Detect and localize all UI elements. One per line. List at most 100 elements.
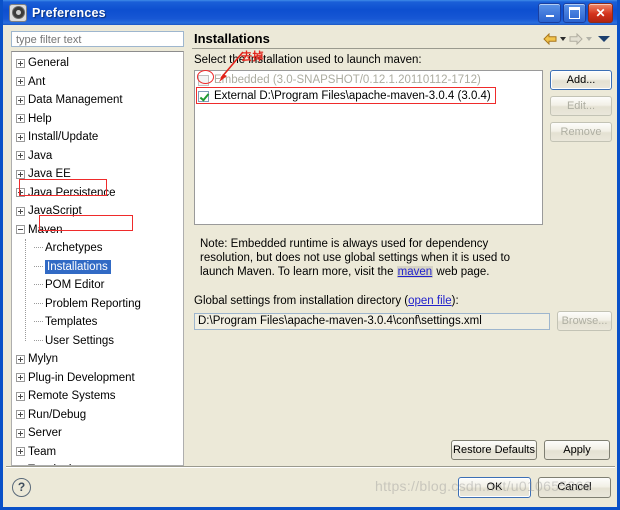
expand-icon[interactable] [16,188,25,198]
sidebar-item-mylyn[interactable]: Mylyn [12,350,183,369]
expand-icon[interactable] [16,206,25,216]
leaf-icon [34,247,43,249]
expand-icon[interactable] [16,151,25,161]
leaf-icon [34,339,43,342]
browse-button[interactable]: Browse... [557,311,612,331]
sidebar-item-templates[interactable]: Templates [12,313,183,332]
sidebar-item-java[interactable]: Java [12,147,183,166]
expand-icon[interactable] [16,447,25,457]
add-button-label: Add... [566,74,596,86]
annotation-chinese-note: 去掉 [241,51,264,63]
sidebar-item-maven[interactable]: Maven [12,221,183,240]
expand-icon[interactable] [16,428,25,438]
sidebar-item-install-update[interactable]: Install/Update [12,128,183,147]
browse-button-label: Browse... [561,315,608,327]
sidebar-item-server[interactable]: Server [12,424,183,443]
minimize-button[interactable] [538,3,561,23]
sidebar-item-installations[interactable]: Installations [12,258,183,277]
sidebar-item-ant[interactable]: Ant [12,73,183,92]
sidebar-item-plug-in-development[interactable]: Plug-in Development [12,369,183,388]
sidebar-item-remote-systems[interactable]: Remote Systems [12,387,183,406]
sidebar-item-java-ee[interactable]: Java EE [12,165,183,184]
gs-label-after: ): [451,295,459,307]
sidebar-item-data-management[interactable]: Data Management [12,91,183,110]
sidebar-item-javascript[interactable]: JavaScript [12,202,183,221]
expand-icon[interactable] [16,58,25,68]
global-settings-row: D:\Program Files\apache-maven-3.0.4\conf… [194,311,612,331]
help-icon[interactable]: ? [12,477,31,497]
expand-icon[interactable] [16,114,25,124]
remove-button[interactable]: Remove [550,122,612,142]
add-button[interactable]: Add... [550,70,612,90]
expand-icon[interactable] [16,391,25,401]
sidebar-item-general[interactable]: General [12,54,183,73]
expand-icon[interactable] [16,77,25,87]
embedded-checkbox[interactable] [198,74,209,86]
back-arrow-icon[interactable] [543,33,557,45]
sidebar-item-archetypes[interactable]: Archetypes [12,239,183,258]
open-file-link[interactable]: open file [408,295,451,307]
maximize-button[interactable] [563,3,586,23]
window-titlebar[interactable]: Preferences ✕ [3,0,617,25]
filter-input[interactable] [11,31,184,47]
sidebar-item-help[interactable]: Help [12,110,183,129]
ok-label: OK [486,481,503,493]
expand-icon[interactable] [16,410,25,420]
list-item-label: Embedded (3.0-SNAPSHOT/0.12.1.20110112-1… [214,74,481,86]
list-item[interactable]: Embedded (3.0-SNAPSHOT/0.12.1.20110112-1… [195,72,542,88]
collapse-icon[interactable] [16,225,25,235]
sidebar-item-problem-reporting[interactable]: Problem Reporting [12,295,183,314]
note-part2: web page. [433,266,490,278]
leaf-icon [34,265,43,268]
installations-row: Embedded (3.0-SNAPSHOT/0.12.1.20110112-1… [192,70,612,225]
restore-defaults-button[interactable]: Restore Defaults [451,440,537,461]
expand-icon[interactable] [16,95,25,105]
sidebar-item-pom-editor[interactable]: POM Editor [12,276,183,295]
list-item[interactable]: External D:\Program Files\apache-maven-3… [195,88,542,104]
page-header: Installations [192,29,612,46]
expand-icon[interactable] [16,354,25,364]
forward-dropdown-icon [586,37,592,41]
edit-button-label: Edit... [566,100,596,112]
edit-button[interactable]: Edit... [550,96,612,116]
sidebar-item-user-settings[interactable]: User Settings [12,332,183,351]
maven-children: Archetypes Installations POM Editor Prob… [12,239,183,350]
back-dropdown-icon[interactable] [560,37,566,41]
installations-list[interactable]: Embedded (3.0-SNAPSHOT/0.12.1.20110112-1… [194,70,543,225]
sidebar-item-java-persistence[interactable]: Java Persistence [12,184,183,203]
expand-icon[interactable] [16,373,25,383]
preferences-window: Preferences ✕ General Ant Data Managemen… [0,0,620,510]
leaf-icon [34,321,43,323]
external-checkbox[interactable] [198,90,209,102]
apply-button[interactable]: Apply [544,440,610,461]
sidebar-item-run-debug[interactable]: Run/Debug [12,406,183,425]
restore-defaults-label: Restore Defaults [453,444,535,457]
maven-link[interactable]: maven [396,266,434,278]
list-item-label: External D:\Program Files\apache-maven-3… [214,90,491,102]
page-title: Installations [194,31,270,46]
page-action-buttons: Restore Defaults Apply [192,430,610,461]
window-title: Preferences [32,5,106,20]
sidebar-item-team[interactable]: Team [12,443,183,462]
view-menu-icon[interactable] [598,36,610,42]
global-settings-path-field[interactable]: D:\Program Files\apache-maven-3.0.4\conf… [194,312,550,330]
dialog-footer: ? OK Cancel [3,467,617,507]
gear-icon [9,3,27,22]
ok-button[interactable]: OK [458,476,531,498]
preference-page: Installations Select the installation us… [186,29,614,466]
page-nav-icons [543,31,610,45]
remove-button-label: Remove [560,126,602,138]
gs-label-before: Global settings from installation direct… [194,295,409,307]
global-settings-label: Global settings from installation direct… [194,295,610,307]
leaf-icon [34,284,43,286]
close-icon[interactable]: ✕ [588,3,613,23]
cancel-button[interactable]: Cancel [538,476,611,498]
dialog-buttons: OK Cancel [458,476,611,498]
preferences-sidebar: General Ant Data Management Help Install… [6,29,186,467]
expand-icon[interactable] [16,132,25,142]
expand-icon[interactable] [16,169,25,179]
window-controls: ✕ [538,3,613,23]
installation-actions: Add... Edit... Remove [550,70,612,142]
preferences-tree[interactable]: General Ant Data Management Help Install… [11,51,184,467]
sidebar-item-terminal[interactable]: Terminal [12,461,183,465]
